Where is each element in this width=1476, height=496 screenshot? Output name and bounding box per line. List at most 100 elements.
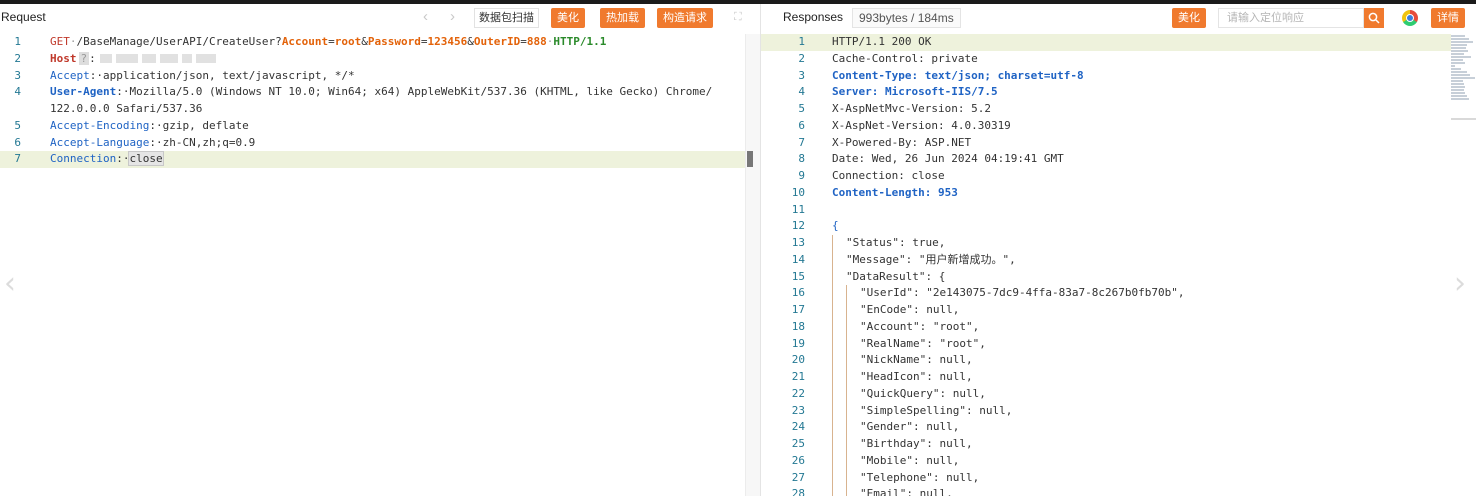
code-line: 7 X-Powered-By: ASP.NET (761, 135, 1451, 152)
line-number: 5 (798, 102, 805, 115)
json-field: "RealName": "root", (860, 336, 986, 350)
code-line: 2 Cache-Control: private (761, 51, 1451, 68)
param-value: root (334, 35, 362, 48)
line-number: 2 (14, 51, 21, 65)
page-next-icon[interactable]: › (1454, 266, 1466, 301)
line-number: 25 (791, 437, 805, 450)
line-number: 15 (791, 269, 805, 283)
param-key: Account (281, 35, 329, 48)
line-number: 16 (791, 286, 805, 300)
request-editor[interactable]: 1 GET·/BaseManage/UserAPI/CreateUser?Acc… (0, 34, 745, 168)
code-line: 12 { (761, 218, 1451, 235)
construct-request-button[interactable]: 构造请求 (657, 8, 713, 28)
line-number: 4 (798, 85, 805, 99)
code-line: 26 "Mobile": null, (761, 452, 1451, 470)
json-field: "Email": null, (860, 487, 953, 496)
line-number: 14 (791, 252, 805, 266)
line-number: 18 (791, 319, 805, 333)
chevron-left-icon[interactable]: ‹ (423, 8, 428, 25)
status-line: HTTP/1.1 200 OK (832, 35, 932, 48)
json-field: "NickName": null, (860, 353, 973, 367)
json-field: "QuickQuery": null, (860, 386, 986, 400)
response-header: X-AspNet-Version: 4.0.30319 (832, 118, 1011, 132)
chevron-right-icon[interactable]: › (450, 8, 455, 25)
line-number: 20 (791, 353, 805, 367)
response-viewer[interactable]: 1 HTTP/1.1 200 OK 2 Cache-Control: private… (761, 34, 1451, 496)
code-line: 13 "Status": true, (761, 235, 1451, 252)
code-line: 2 Host?: (0, 51, 745, 68)
line-number: 6 (14, 135, 21, 149)
code-line: 17 "EnCode": null, (761, 302, 1451, 319)
line-number: 2 (798, 51, 805, 65)
header-key: Connection (50, 152, 117, 166)
request-scrollbar[interactable] (745, 34, 760, 496)
json-field: "Telephone": null, (860, 470, 980, 484)
request-title: Request (1, 10, 46, 24)
line-number: 19 (791, 336, 805, 350)
param-key: Password (367, 35, 421, 48)
code-line: 8 Date: Wed, 26 Jun 2024 04:19:41 GMT (761, 151, 1451, 168)
response-title: Responses (783, 10, 844, 24)
hot-reload-button[interactable]: 热加载 (600, 8, 645, 28)
header-key: Accept (50, 68, 90, 82)
line-number: 27 (791, 470, 805, 484)
response-header: X-Powered-By: ASP.NET (832, 135, 972, 149)
code-line: 3 Accept:·application/json, text/javascr… (0, 68, 745, 85)
expand-icon[interactable]: ⛶ (734, 11, 742, 24)
json-field: "Mobile": null, (860, 453, 960, 467)
details-button[interactable]: 详情 (1431, 8, 1465, 28)
line-number: 4 (14, 85, 21, 99)
header-value: Mozilla/5.0 (Windows NT 10.0; Win64; x64… (129, 85, 713, 99)
code-line: 24 "Gender": null, (761, 419, 1451, 436)
line-number: 26 (791, 453, 805, 467)
response-minimap[interactable] (1451, 34, 1476, 122)
code-line: 11 (761, 202, 1451, 219)
line-number: 12 (791, 219, 805, 233)
minimap-viewport[interactable] (1451, 118, 1476, 120)
json-field: "Account": "root", (860, 319, 980, 333)
param-value: 888 (526, 35, 547, 48)
request-scrollbar-thumb[interactable] (747, 151, 753, 167)
code-line: 5 X-AspNetMvc-Version: 5.2 (761, 101, 1451, 118)
http-version: HTTP/1.1 (553, 35, 607, 48)
code-line: 28 "Email": null, (761, 486, 1451, 496)
json-field: "Birthday": null, (860, 437, 973, 450)
line-number: 13 (791, 236, 805, 249)
code-line: 14 "Message": "用户新增成功。", (761, 251, 1451, 269)
json-field: "UserId": "2e143075-7dc9-4ffa-83a7-8c267… (860, 286, 1185, 300)
response-header: Content-Length: 953 (832, 185, 958, 199)
text-caret (162, 153, 164, 166)
response-header: Server: Microsoft-IIS/7.5 (832, 85, 998, 99)
line-number: 22 (791, 386, 805, 400)
line-number: 17 (791, 303, 805, 316)
search-icon[interactable] (1364, 8, 1384, 28)
line-number: 23 (791, 403, 805, 417)
http-method: GET (50, 35, 70, 48)
code-line: 6 X-AspNet-Version: 4.0.30319 (761, 118, 1451, 135)
response-header: Cache-Control: private (832, 51, 978, 65)
request-toolbar: Request ‹ › 数据包扫描 美化 热加载 构造请求 ⛶ (0, 4, 760, 32)
header-value: close (128, 151, 164, 167)
code-line: 5 Accept-Encoding:·gzip, deflate (0, 118, 745, 135)
response-header: Date: Wed, 26 Jun 2024 04:19:41 GMT (832, 152, 1064, 166)
page-prev-icon[interactable]: ‹ (4, 266, 16, 301)
line-number: 28 (791, 487, 805, 496)
response-beautify-button[interactable]: 美化 (1172, 8, 1206, 28)
line-number: 8 (798, 152, 805, 166)
header-key: Accept-Encoding (50, 118, 150, 132)
code-line-current: 7 Connection:·close (0, 151, 745, 168)
header-key: Accept-Language (50, 135, 150, 149)
header-value: application/json, text/javascript, */* (103, 68, 355, 82)
beautify-button[interactable]: 美化 (551, 8, 585, 28)
code-line: 122.0.0.0 Safari/537.36 (0, 101, 745, 118)
json-brace: { (832, 219, 839, 233)
response-header: Content-Type: text/json; charset=utf-8 (832, 68, 1084, 82)
json-field: "Message": "用户新增成功。", (846, 252, 1016, 266)
code-line: 9 Connection: close (761, 168, 1451, 185)
chrome-icon[interactable] (1402, 10, 1418, 26)
code-line: 4 User-Agent:·Mozilla/5.0 (Windows NT 10… (0, 84, 745, 101)
line-number: 1 (14, 35, 21, 48)
locate-response-input[interactable] (1218, 8, 1364, 28)
packet-scan-button[interactable]: 数据包扫描 (474, 8, 539, 28)
json-field: "DataResult": { (846, 269, 946, 283)
